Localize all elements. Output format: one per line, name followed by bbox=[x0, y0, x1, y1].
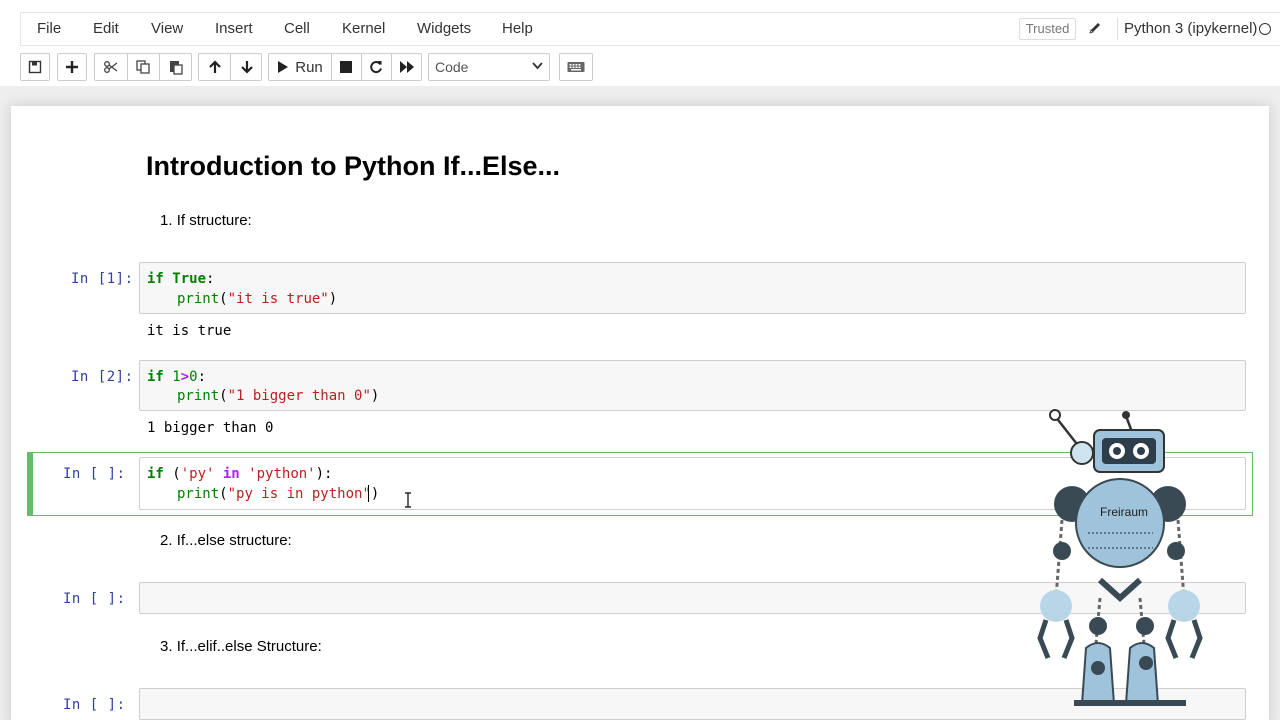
menu-kernel[interactable]: Kernel bbox=[342, 20, 385, 37]
scissors-icon bbox=[103, 61, 117, 73]
cell-prompt: In [ ]: bbox=[63, 697, 126, 713]
section-number: 3. bbox=[160, 638, 173, 655]
menubar: File Edit View Insert Cell Kernel Widget… bbox=[0, 0, 1280, 50]
cell-output: 1 bigger than 0 bbox=[147, 420, 274, 436]
move-down-button[interactable] bbox=[231, 54, 262, 80]
menu-view[interactable]: View bbox=[151, 20, 183, 37]
section-heading-if: 1. If structure: bbox=[160, 212, 252, 229]
menu-file[interactable]: File bbox=[37, 20, 61, 37]
save-icon bbox=[28, 60, 42, 74]
robot-mascot-logo: Freiraum bbox=[1037, 409, 1203, 706]
cell-prompt: In [ ]: bbox=[63, 466, 126, 482]
cell-prompt: In [1]: bbox=[71, 271, 134, 287]
code-line: if 1>0: bbox=[147, 369, 207, 385]
play-icon bbox=[278, 61, 289, 73]
command-palette-button[interactable] bbox=[559, 53, 593, 81]
code-line: if ('py' in 'python'): bbox=[147, 466, 333, 482]
cut-button[interactable] bbox=[95, 54, 126, 80]
add-cell-button[interactable] bbox=[57, 53, 87, 81]
move-up-button[interactable] bbox=[199, 54, 230, 80]
section-label: If structure: bbox=[176, 212, 252, 229]
kernel-status-icon bbox=[1259, 23, 1271, 35]
menu-widgets[interactable]: Widgets bbox=[417, 20, 471, 37]
kernel-name[interactable]: Python 3 (ipykernel) bbox=[1117, 18, 1257, 40]
section-label: If...elif..else Structure: bbox=[176, 638, 322, 655]
paste-icon bbox=[169, 61, 183, 75]
menu-cell[interactable]: Cell bbox=[284, 20, 310, 37]
menu-edit[interactable]: Edit bbox=[93, 20, 119, 37]
plus-icon bbox=[66, 61, 78, 73]
edit-pencil-icon[interactable] bbox=[1087, 20, 1103, 36]
run-label: Run bbox=[295, 58, 323, 76]
chevron-down-icon bbox=[532, 62, 543, 70]
cell-prompt: In [2]: bbox=[71, 369, 134, 385]
code-line: if True: bbox=[147, 271, 215, 287]
edit-mode-indicator bbox=[27, 452, 33, 516]
robot-logo-text: Freiraum bbox=[1100, 505, 1148, 519]
stop-icon bbox=[340, 61, 352, 73]
fast-forward-icon bbox=[399, 61, 414, 73]
restart-run-all-button[interactable] bbox=[391, 54, 422, 80]
arrow-up-icon bbox=[208, 60, 221, 73]
cell-prompt: In [ ]: bbox=[63, 591, 126, 607]
notebook-title: Introduction to Python If...Else... bbox=[146, 151, 560, 181]
cell-type-select[interactable]: Code bbox=[428, 53, 550, 81]
section-number: 2. bbox=[160, 532, 173, 549]
cell-output: it is true bbox=[147, 323, 232, 339]
run-button[interactable]: Run bbox=[269, 54, 331, 80]
code-line: print("py is in python") bbox=[177, 486, 380, 502]
paste-button[interactable] bbox=[160, 54, 191, 80]
code-line: print("it is true") bbox=[177, 291, 338, 307]
menu-insert[interactable]: Insert bbox=[215, 20, 253, 37]
toolbar: Run Code bbox=[0, 50, 1280, 86]
arrow-down-icon bbox=[240, 61, 253, 74]
copy-icon bbox=[135, 60, 150, 74]
save-button[interactable] bbox=[20, 53, 50, 81]
interrupt-button[interactable] bbox=[331, 54, 361, 80]
section-label: If...else structure: bbox=[176, 532, 292, 549]
cell-type-value: Code bbox=[435, 59, 469, 75]
menu-help[interactable]: Help bbox=[502, 20, 533, 37]
section-heading-if-elif-else: 3. If...elif..else Structure: bbox=[160, 638, 322, 655]
restart-button[interactable] bbox=[361, 54, 391, 80]
trusted-indicator[interactable]: Trusted bbox=[1019, 18, 1076, 40]
section-heading-if-else: 2. If...else structure: bbox=[160, 532, 292, 549]
copy-button[interactable] bbox=[127, 54, 158, 80]
restart-icon bbox=[370, 61, 382, 73]
text-cursor bbox=[368, 485, 369, 502]
mouse-ibeam-cursor-icon bbox=[405, 492, 411, 508]
keyboard-icon bbox=[567, 62, 585, 72]
section-number: 1. bbox=[160, 212, 173, 229]
code-line: print("1 bigger than 0") bbox=[177, 388, 380, 404]
